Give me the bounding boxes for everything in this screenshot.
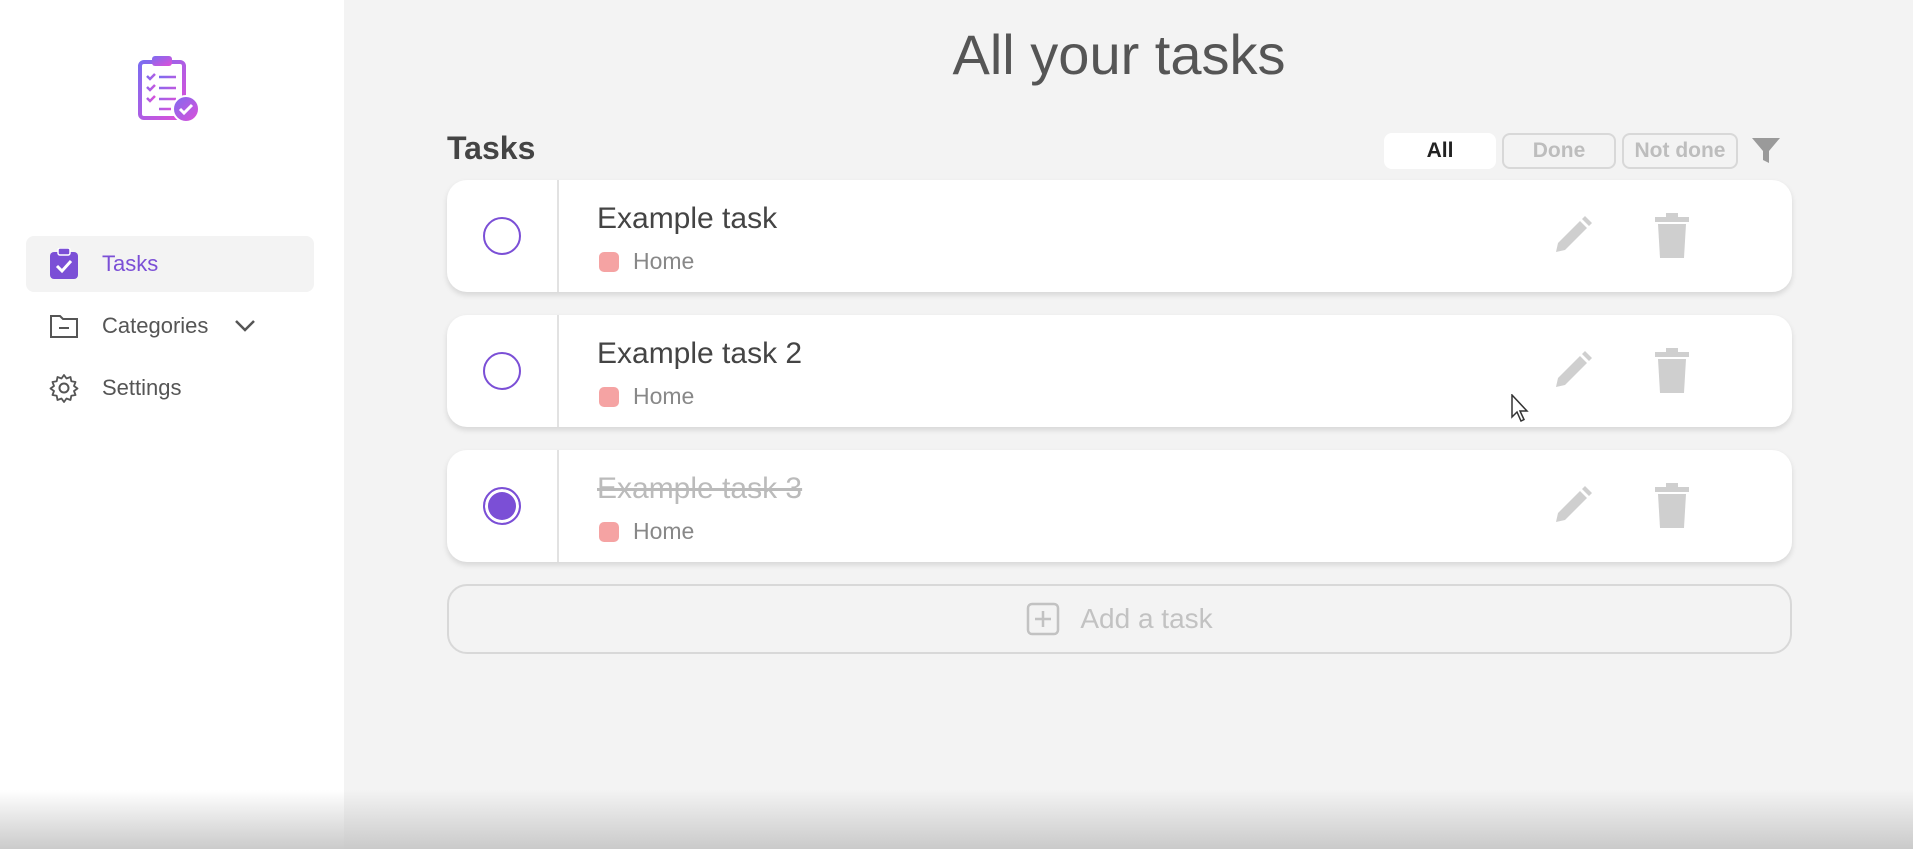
sidebar-item-categories[interactable]: Categories xyxy=(26,298,314,354)
category-color-swatch xyxy=(599,251,619,272)
task-category: Home xyxy=(599,518,694,545)
trash-icon[interactable] xyxy=(1652,212,1692,260)
page-title: All your tasks xyxy=(952,23,1286,86)
chevron-down-icon[interactable] xyxy=(234,315,256,337)
task-title: Example task 2 xyxy=(597,337,803,370)
task-checkbox-area xyxy=(447,450,559,562)
sidebar-item-settings[interactable]: Settings xyxy=(26,360,314,416)
plus-square-icon xyxy=(1026,602,1060,636)
task-category: Home xyxy=(599,383,694,410)
sidebar-item-label: Tasks xyxy=(102,251,159,276)
add-task-label: Add a task xyxy=(1080,603,1213,634)
main-content: All your tasks Tasks All Done Not done E… xyxy=(344,0,1913,849)
task-card: Example task Home xyxy=(447,180,1792,292)
task-complete-checkbox[interactable] xyxy=(483,352,521,390)
task-title: Example task xyxy=(597,202,778,235)
trash-icon[interactable] xyxy=(1652,482,1692,530)
sidebar-item-tasks[interactable]: Tasks xyxy=(26,236,314,292)
app-logo-clipboard-icon xyxy=(136,54,202,124)
task-card: Example task 2 Home xyxy=(447,315,1792,427)
pencil-icon[interactable] xyxy=(1552,349,1592,391)
add-task-button[interactable]: Add a task xyxy=(447,584,1792,654)
task-checkbox-area xyxy=(447,180,559,292)
task-card: Example task 3 Home xyxy=(447,450,1792,562)
task-complete-checkbox[interactable] xyxy=(483,487,521,525)
filter-not-done-button[interactable]: Not done xyxy=(1622,133,1738,169)
sidebar-item-label: Categories xyxy=(102,313,209,338)
category-label: Home xyxy=(633,248,695,274)
task-category: Home xyxy=(599,248,694,275)
pencil-icon[interactable] xyxy=(1552,214,1592,256)
filter-done-button[interactable]: Done xyxy=(1502,133,1616,169)
section-title: Tasks xyxy=(447,130,536,166)
task-checkbox-area xyxy=(447,315,559,427)
category-label: Home xyxy=(633,383,695,409)
mouse-cursor-icon xyxy=(1511,393,1529,423)
sidebar-nav: Tasks Categories Settings xyxy=(26,236,314,422)
trash-icon[interactable] xyxy=(1652,347,1692,395)
filter-bar: All Done Not done xyxy=(1384,133,1782,169)
category-label: Home xyxy=(633,518,695,544)
folder-icon xyxy=(48,310,80,342)
sidebar-item-label: Settings xyxy=(102,375,182,400)
task-title: Example task 3 xyxy=(597,472,803,505)
category-color-swatch xyxy=(599,386,619,407)
gear-icon xyxy=(48,372,80,404)
sidebar: Tasks Categories Settings xyxy=(0,0,344,849)
clipboard-check-icon xyxy=(48,248,80,280)
category-color-swatch xyxy=(599,521,619,542)
task-complete-checkbox[interactable] xyxy=(483,217,521,255)
pencil-icon[interactable] xyxy=(1552,484,1592,526)
filter-icon[interactable] xyxy=(1750,135,1782,167)
filter-all-button[interactable]: All xyxy=(1384,133,1496,169)
